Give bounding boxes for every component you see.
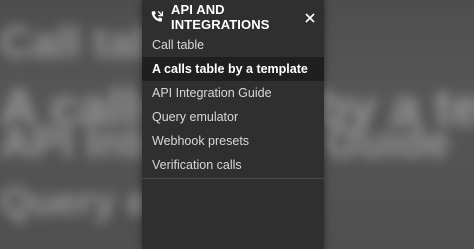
menu-item-api-integration-guide[interactable]: API Integration Guide <box>142 81 324 105</box>
phone-icon <box>150 10 164 24</box>
menu-item-webhook-presets[interactable]: Webhook presets <box>142 129 324 153</box>
api-integrations-menu: API AND INTEGRATIONS Call table A calls … <box>142 0 324 249</box>
menu-item-label: Call table <box>152 38 205 52</box>
menu-item-call-table[interactable]: Call table <box>142 33 324 57</box>
menu-item-calls-table-by-template[interactable]: A calls table by a template <box>142 57 324 81</box>
menu-divider <box>142 178 324 179</box>
menu-list: Call table A calls table by a template A… <box>142 33 324 177</box>
menu-header: API AND INTEGRATIONS <box>142 0 324 33</box>
menu-item-query-emulator[interactable]: Query emulator <box>142 105 324 129</box>
menu-item-label: API Integration Guide <box>152 86 272 100</box>
menu-title: API AND INTEGRATIONS <box>171 1 270 32</box>
close-icon[interactable] <box>305 11 315 23</box>
menu-item-label: Webhook presets <box>152 134 250 148</box>
menu-item-verification-calls[interactable]: Verification calls <box>142 153 324 177</box>
menu-item-label: A calls table by a template <box>152 62 308 76</box>
menu-item-label: Verification calls <box>152 158 242 172</box>
menu-item-label: Query emulator <box>152 110 239 124</box>
